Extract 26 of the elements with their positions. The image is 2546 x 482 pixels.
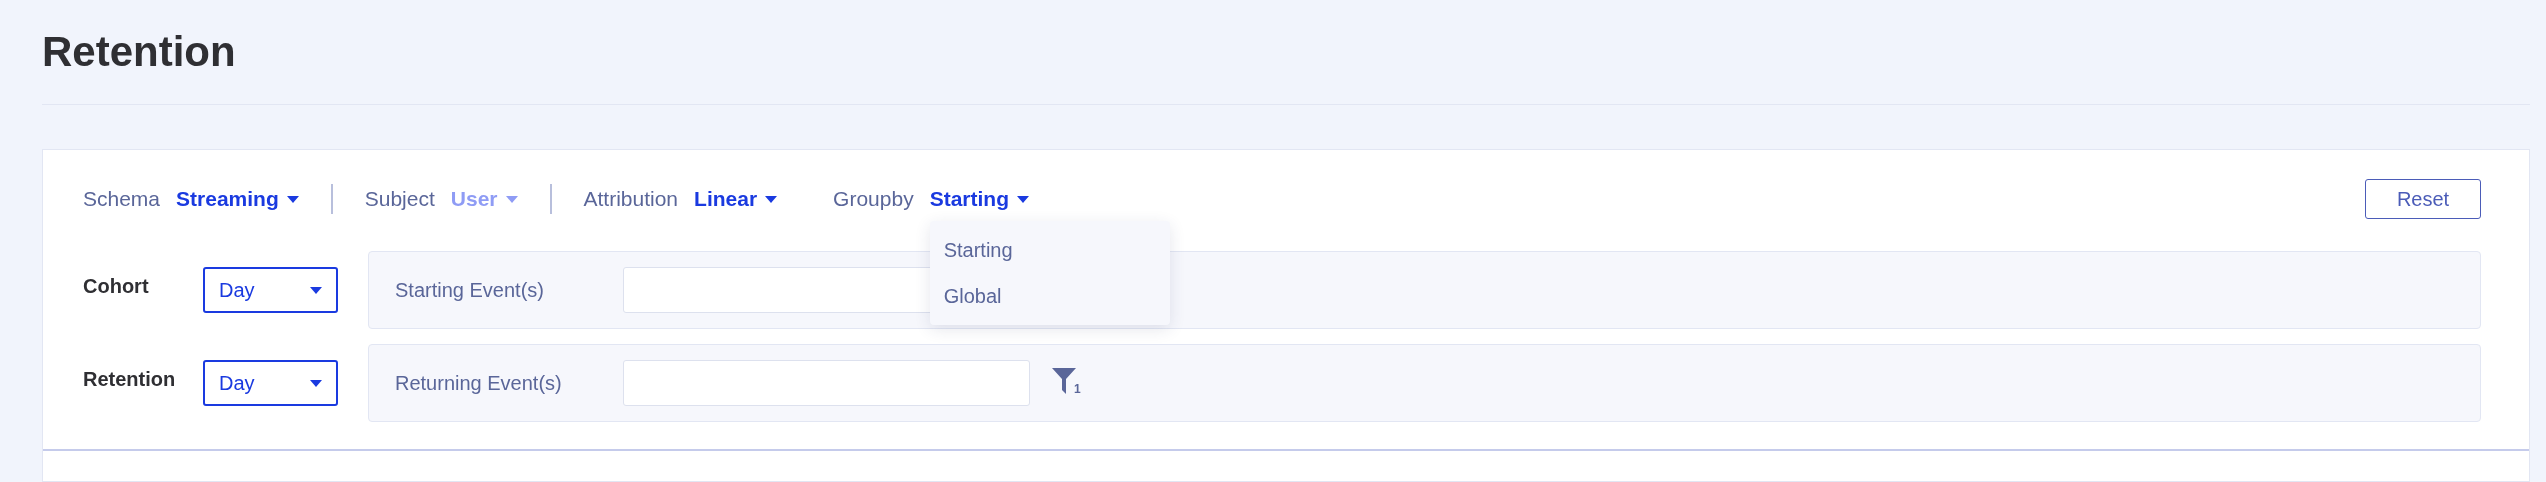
caret-icon bbox=[765, 195, 778, 203]
reset-button[interactable]: Reset bbox=[2365, 179, 2481, 219]
event-input[interactable] bbox=[623, 360, 1030, 406]
caret-icon bbox=[310, 379, 322, 387]
filter-label: Groupby bbox=[833, 186, 914, 213]
row-label: Retention bbox=[83, 367, 177, 392]
caret-icon bbox=[310, 286, 322, 294]
filter-label: Schema bbox=[83, 186, 161, 213]
caret-icon bbox=[505, 195, 518, 203]
event-label: Returning Event(s) bbox=[395, 371, 563, 396]
row-label: Cohort bbox=[83, 274, 150, 299]
page-title: Retention bbox=[42, 27, 237, 77]
filter-count: 1 bbox=[1074, 382, 1081, 396]
filter-dropdown[interactable]: Linear bbox=[694, 183, 778, 215]
dropdown-option[interactable]: Global bbox=[929, 273, 1170, 320]
caret-icon bbox=[1017, 195, 1029, 203]
caret-icon bbox=[286, 195, 299, 203]
dropdown-option[interactable]: Starting bbox=[929, 227, 1170, 274]
period-select[interactable]: Day bbox=[203, 267, 338, 313]
filter-icon[interactable] bbox=[1052, 368, 1076, 394]
filter-dropdown[interactable]: Streaming bbox=[176, 183, 299, 215]
event-label: Starting Event(s) bbox=[395, 278, 545, 303]
filter-label: Subject bbox=[364, 186, 435, 213]
filter-dropdown[interactable]: Starting bbox=[929, 183, 1029, 215]
filter-label: Attribution bbox=[583, 186, 679, 213]
period-select[interactable]: Day bbox=[203, 360, 338, 406]
